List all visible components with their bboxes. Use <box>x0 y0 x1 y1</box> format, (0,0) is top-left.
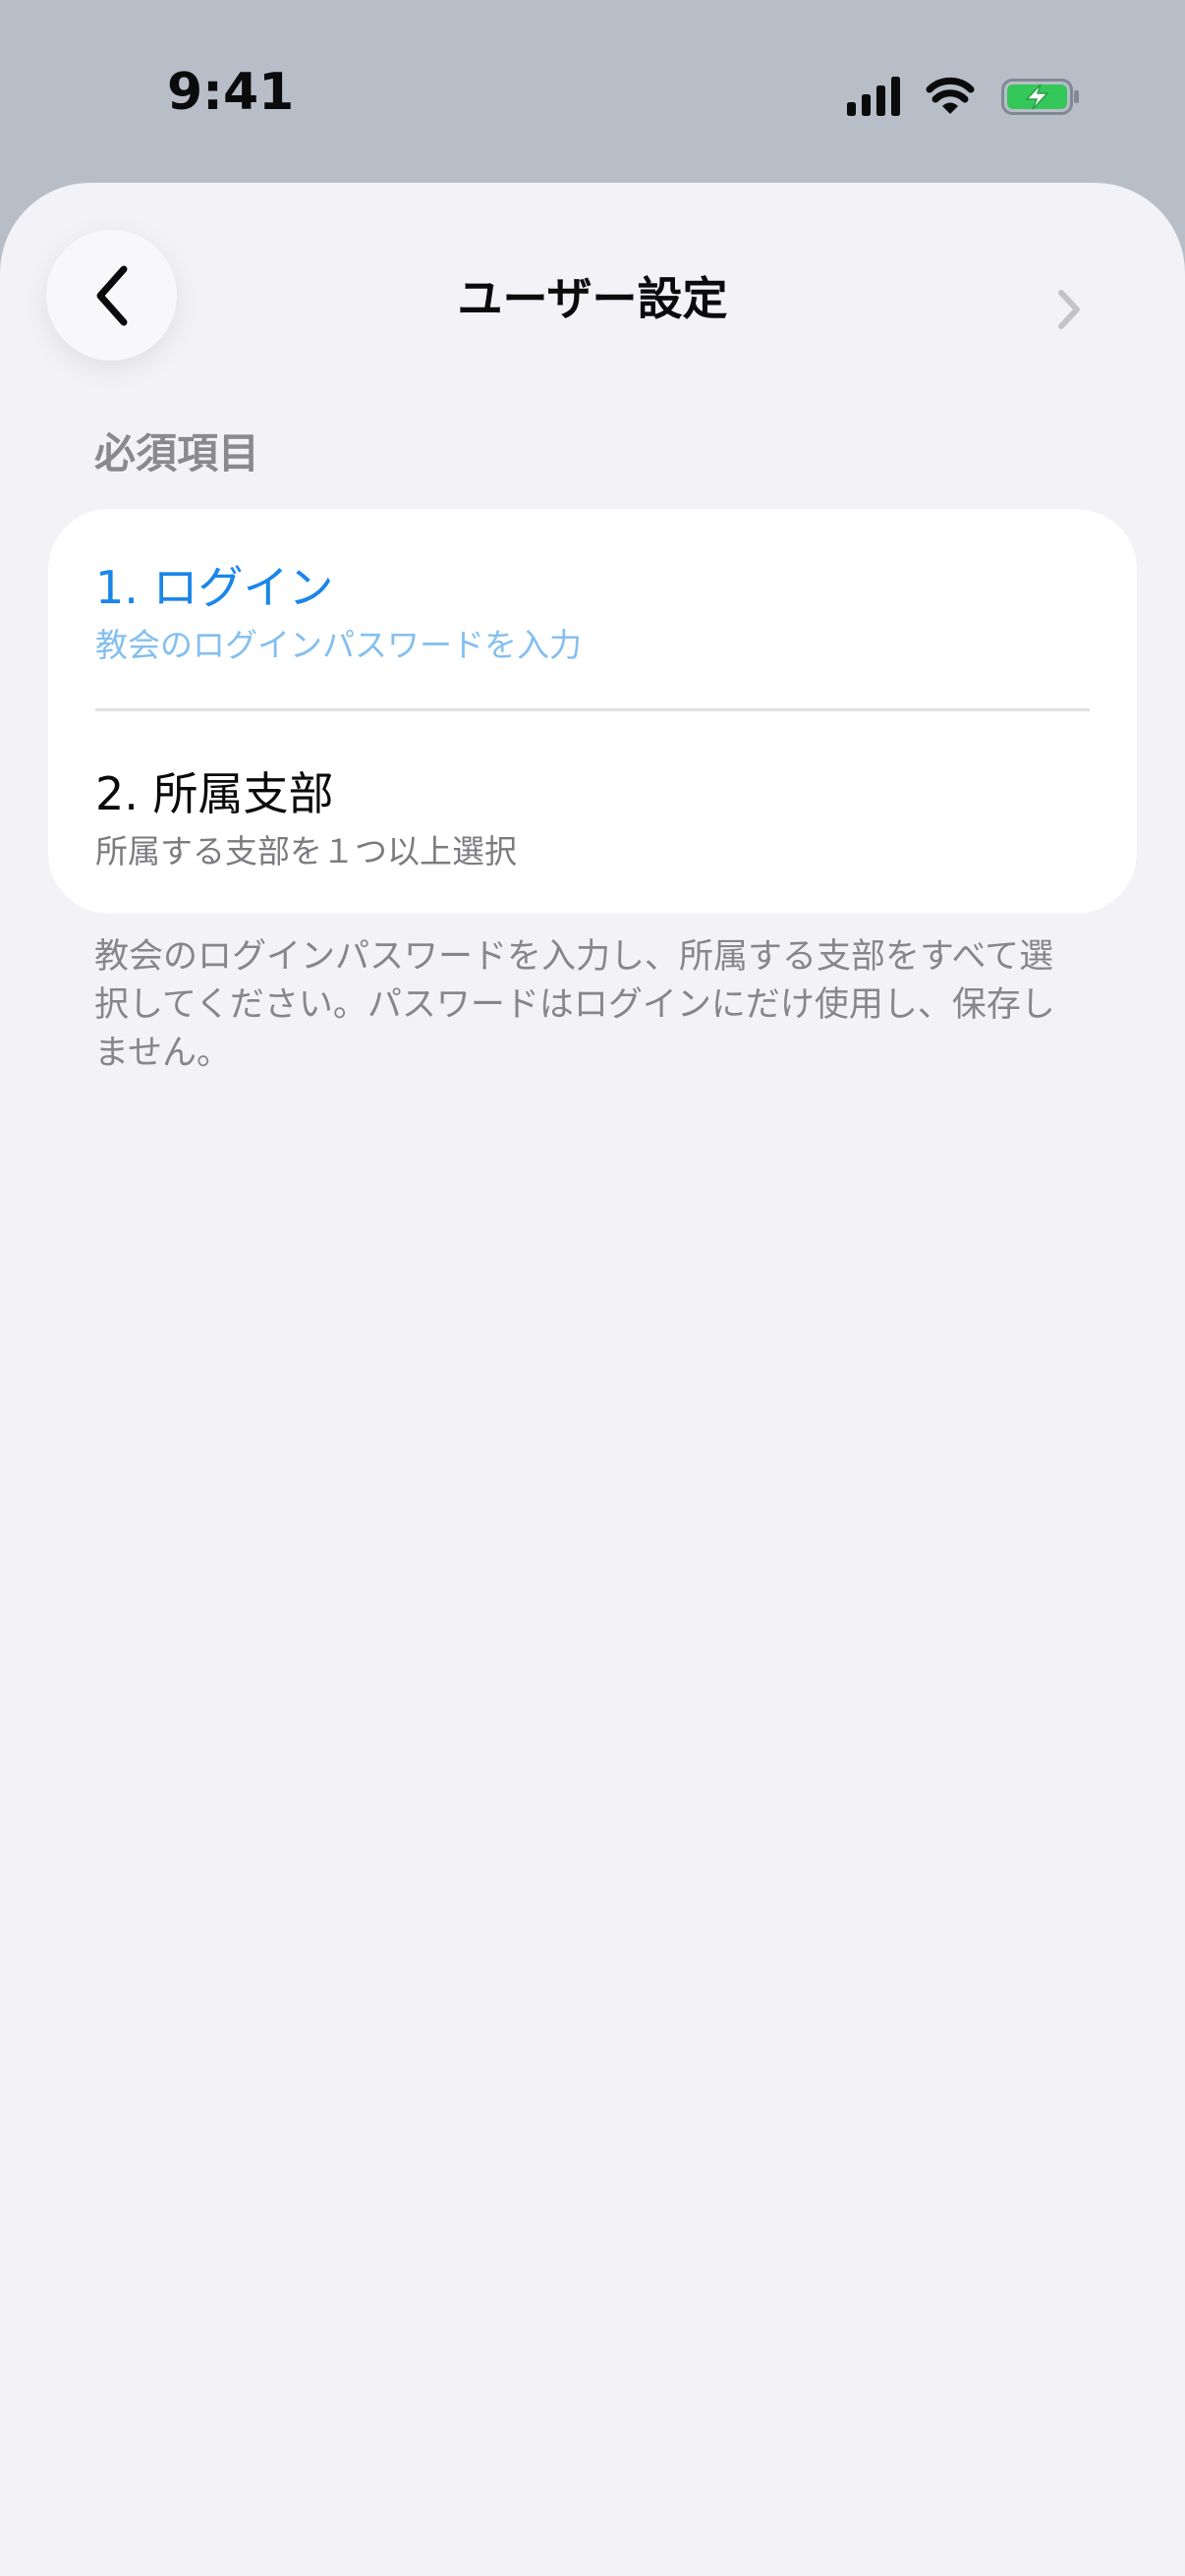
section-footer-note: 教会のログインパスワードを入力し、所属する支部をすべて選択してください。パスワー… <box>94 937 1055 1073</box>
status-bar: 9:41 <box>0 0 1185 183</box>
status-icons <box>847 77 1079 116</box>
wifi-icon <box>926 77 975 114</box>
settings-item-title: 1. ログイン <box>95 561 334 614</box>
chevron-right-icon <box>1058 290 1080 329</box>
section-header: 必須項目 <box>94 429 260 477</box>
settings-item-subtitle: 教会のログインパスワードを入力 <box>95 626 582 664</box>
settings-card: 1. ログイン 教会のログインパスワードを入力 2. 所属支部 所属する支部を１… <box>48 509 1137 914</box>
settings-item-title: 2. 所属支部 <box>95 767 334 820</box>
settings-item-subtitle: 所属する支部を１つ以上選択 <box>95 832 517 870</box>
settings-item-branch[interactable]: 2. 所属支部 所属する支部を１つ以上選択 <box>48 711 1137 914</box>
page-title: ユーザー設定 <box>457 272 728 325</box>
battery-charging-icon <box>1001 79 1079 115</box>
status-time: 9:41 <box>167 63 295 122</box>
cellular-signal-icon <box>847 77 900 116</box>
settings-item-login[interactable]: 1. ログイン 教会のログインパスワードを入力 <box>48 509 1137 711</box>
